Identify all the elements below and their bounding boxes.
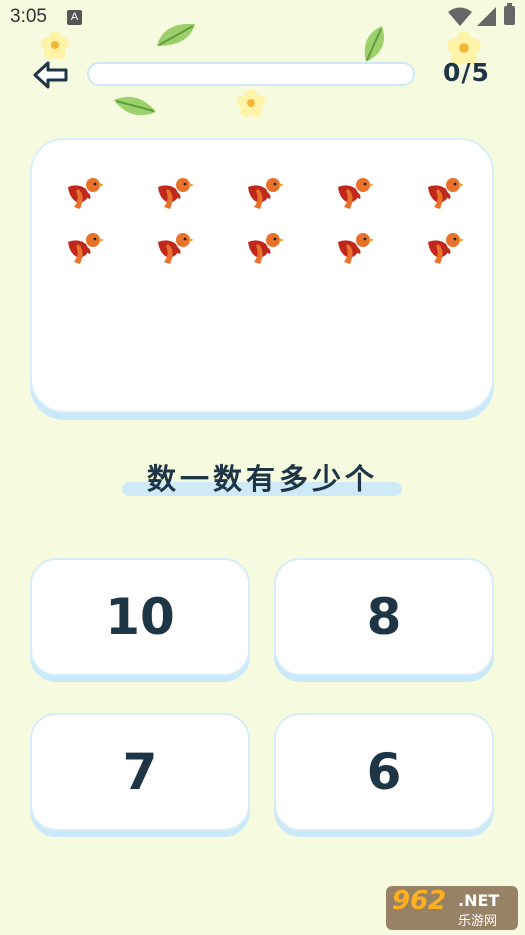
flower-decoration-icon [41,31,69,59]
leaf-decoration-icon [157,23,195,46]
flower-decoration-icon [237,89,265,117]
watermark-number: 962 [392,886,447,916]
bird-icon [64,173,104,213]
progress-bar [87,62,415,86]
answer-option-label: 8 [366,588,402,646]
question-text: 数一数有多少个 [146,462,378,496]
question-container: 数一数有多少个 [120,456,405,500]
bird-icon [424,228,464,268]
answer-option-3[interactable]: 7 [30,713,250,831]
watermark-net: .NET [458,891,500,910]
bird-icon [424,173,464,213]
counting-card [30,138,494,413]
bird-icon [334,228,374,268]
bird-icon [244,228,284,268]
bird-icon [154,173,194,213]
wifi-icon [448,7,472,26]
progress-count: 0/5 [443,58,490,87]
answer-option-2[interactable]: 8 [274,558,494,676]
leaf-decoration-icon [114,96,156,116]
notification-a-icon: A [67,10,82,25]
watermark-subtitle: 乐游网 [458,914,498,929]
battery-icon [504,3,515,25]
bird-icon [334,173,374,213]
bird-icon [154,228,194,268]
answer-option-4[interactable]: 6 [274,713,494,831]
signal-icon [477,7,496,26]
watermark-logo: 962 .NET 乐游网 [386,886,518,930]
answer-option-label: 7 [122,743,158,801]
answer-option-label: 6 [366,743,402,801]
answer-option-label: 10 [105,588,175,646]
leaf-decoration-icon [364,26,384,62]
bird-icon [244,173,284,213]
status-time: 3:05 [10,6,47,27]
back-arrow-icon[interactable] [32,59,70,91]
bird-icon [64,228,104,268]
answer-option-1[interactable]: 10 [30,558,250,676]
